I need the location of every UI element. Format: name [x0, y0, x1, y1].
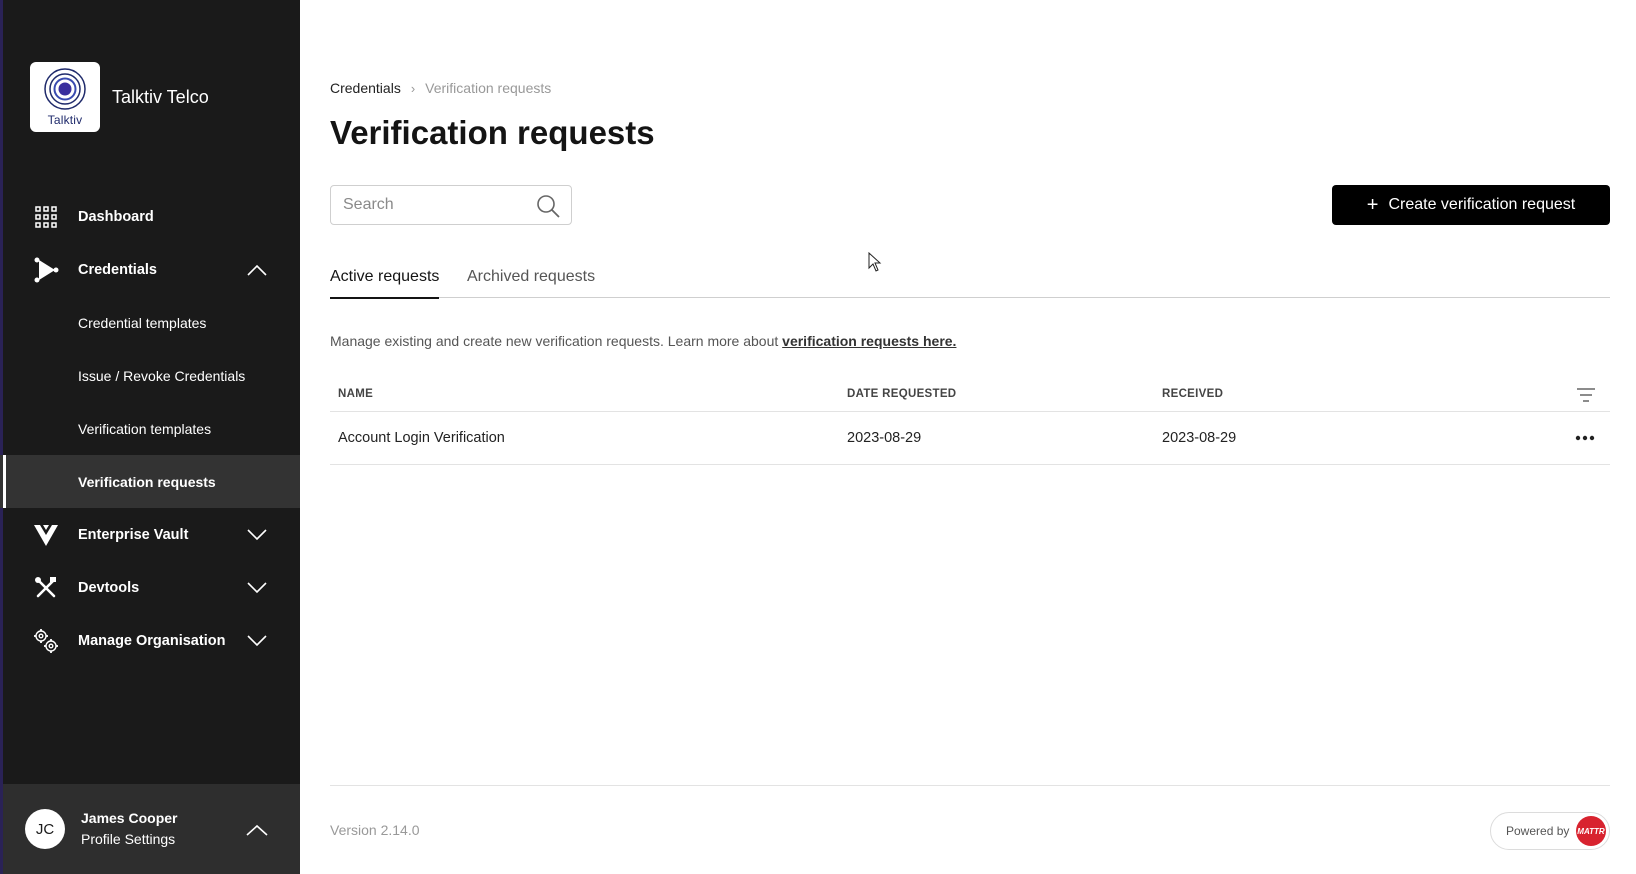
- more-options-icon[interactable]: [1572, 426, 1598, 450]
- credentials-icon: [33, 257, 59, 283]
- sidebar-item-label: Enterprise Vault: [78, 527, 188, 543]
- sidebar-item-credentials[interactable]: Credentials: [0, 243, 300, 296]
- sidebar-item-verification-templates[interactable]: Verification templates: [0, 402, 300, 455]
- sidebar-item-label: Verification requests: [78, 474, 216, 490]
- page-title: Verification requests: [330, 114, 655, 152]
- mattr-logo: MATTR: [1576, 816, 1606, 846]
- breadcrumb-current: Verification requests: [425, 80, 551, 96]
- sidebar-item-label: Credentials: [78, 262, 157, 278]
- breadcrumb-link-credentials[interactable]: Credentials: [330, 80, 401, 96]
- sidebar-item-dashboard[interactable]: Dashboard: [0, 190, 300, 243]
- breadcrumb-separator: ›: [411, 81, 415, 96]
- search-input[interactable]: [331, 187, 526, 223]
- version-label: Version 2.14.0: [330, 822, 420, 838]
- tab-active-requests[interactable]: Active requests: [330, 268, 439, 299]
- sidebar-item-label: Manage Organisation: [78, 633, 225, 649]
- chevron-up-icon[interactable]: [246, 259, 268, 281]
- search-box: [330, 185, 572, 225]
- sidebar-item-credential-templates[interactable]: Credential templates: [0, 296, 300, 349]
- org-logo-icon: [42, 67, 88, 111]
- plus-icon: +: [1367, 195, 1379, 215]
- sidebar-item-label: Devtools: [78, 580, 139, 596]
- cell-name: Account Login Verification: [338, 430, 505, 446]
- sidebar-item-label: Verification templates: [78, 421, 211, 437]
- cell-received: 2023-08-29: [1162, 430, 1236, 446]
- sidebar-item-verification-requests[interactable]: Verification requests: [0, 455, 300, 508]
- requests-table: NAME DATE REQUESTED RECEIVED Account Log…: [330, 378, 1610, 465]
- tab-archived-requests[interactable]: Archived requests: [467, 268, 595, 297]
- org-name: Talktiv Telco: [112, 87, 209, 108]
- vault-icon: [33, 522, 59, 548]
- sidebar-nav: Dashboard Credentials Credential templat…: [0, 190, 300, 667]
- description-text: Manage existing and create new verificat…: [330, 333, 782, 349]
- cell-date-requested: 2023-08-29: [847, 430, 921, 446]
- table-header: NAME DATE REQUESTED RECEIVED: [330, 378, 1610, 412]
- breadcrumb: Credentials › Verification requests: [330, 80, 551, 96]
- sidebar-item-label: Credential templates: [78, 315, 206, 331]
- tools-icon: [33, 575, 59, 601]
- sidebar-item-issue-revoke[interactable]: Issue / Revoke Credentials: [0, 349, 300, 402]
- settings-icon: [33, 628, 59, 654]
- tab-bar: Active requests Archived requests: [330, 260, 1610, 298]
- sidebar-item-enterprise-vault[interactable]: Enterprise Vault: [0, 508, 300, 561]
- org-logo: Talktiv: [30, 62, 100, 132]
- mouse-cursor-icon: [868, 252, 882, 272]
- page-description: Manage existing and create new verificat…: [330, 333, 956, 349]
- chevron-down-icon[interactable]: [246, 630, 268, 652]
- profile-menu[interactable]: JC James Cooper Profile Settings: [3, 784, 300, 874]
- create-verification-request-button[interactable]: + Create verification request: [1332, 185, 1610, 225]
- powered-by-label: Powered by: [1506, 824, 1569, 838]
- search-icon[interactable]: [535, 193, 561, 219]
- sidebar-item-label: Dashboard: [78, 209, 154, 225]
- avatar: JC: [25, 809, 65, 849]
- chevron-down-icon[interactable]: [246, 577, 268, 599]
- learn-more-link[interactable]: verification requests here.: [782, 333, 956, 349]
- chevron-down-icon[interactable]: [246, 524, 268, 546]
- sidebar-item-label: Issue / Revoke Credentials: [78, 368, 245, 384]
- column-header-date-requested[interactable]: DATE REQUESTED: [847, 388, 956, 400]
- sidebar-item-devtools[interactable]: Devtools: [0, 561, 300, 614]
- profile-settings-link[interactable]: Profile Settings: [81, 831, 175, 847]
- chevron-up-icon[interactable]: [245, 818, 269, 842]
- filter-icon[interactable]: [1574, 383, 1598, 407]
- create-button-label: Create verification request: [1388, 196, 1575, 214]
- column-header-received[interactable]: RECEIVED: [1162, 388, 1223, 400]
- main-content: Credentials › Verification requests Veri…: [330, 0, 1610, 874]
- table-row[interactable]: Account Login Verification 2023-08-29 20…: [330, 412, 1610, 465]
- sidebar: Talktiv Talktiv Telco Dashboard: [0, 0, 300, 874]
- grid-icon: [33, 204, 59, 230]
- profile-name: James Cooper: [81, 810, 177, 826]
- org-header[interactable]: Talktiv Talktiv Telco: [30, 62, 209, 132]
- column-header-name[interactable]: NAME: [338, 388, 373, 400]
- footer-divider: [330, 785, 1610, 786]
- powered-by-badge[interactable]: Powered by MATTR: [1490, 812, 1610, 850]
- org-logo-text: Talktiv: [48, 113, 83, 127]
- sidebar-item-manage-organisation[interactable]: Manage Organisation: [0, 614, 300, 667]
